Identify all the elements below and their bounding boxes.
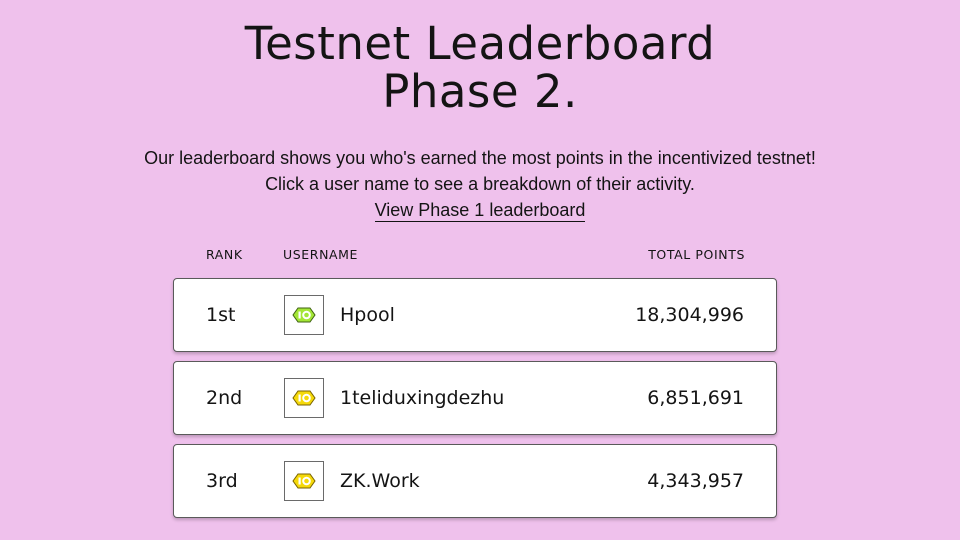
rank-cell: 2nd [206,387,243,409]
rank-cell: 3rd [206,470,238,492]
page-title: Testnet Leaderboard Phase 2. [0,20,960,116]
logo-badge-icon [292,307,316,323]
total-points-cell: 18,304,996 [635,304,744,326]
total-points-cell: 4,343,957 [647,470,744,492]
leaderboard-row[interactable]: 1st Hpool 18,304,996 [173,278,777,352]
intro-text: Our leaderboard shows you who's earned t… [144,148,816,194]
leaderboard-row[interactable]: 2nd 1teliduxingdezhu 6,851,691 [173,361,777,435]
intro-block: Our leaderboard shows you who's earned t… [130,145,830,223]
username-link[interactable]: 1teliduxingdezhu [340,386,504,410]
phase1-link-wrap: View Phase 1 leaderboard [130,197,830,223]
title-line-1: Testnet Leaderboard [244,17,716,70]
phase1-leaderboard-link[interactable]: View Phase 1 leaderboard [374,200,586,222]
logo-badge-icon [292,473,316,489]
username-link[interactable]: ZK.Work [340,469,420,493]
leaderboard-row[interactable]: 3rd ZK.Work 4,343,957 [173,444,777,518]
title-line-2: Phase 2. [382,65,578,118]
username-link[interactable]: Hpool [340,303,395,327]
logo-badge-icon [292,390,316,406]
username-column-header: USERNAME [283,247,359,262]
avatar[interactable] [284,295,324,335]
rank-column-header: RANK [206,247,243,262]
rank-cell: 1st [206,304,236,326]
total-points-column-header: TOTAL POINTS [648,247,745,262]
leaderboard-page: Testnet Leaderboard Phase 2. Our leaderb… [0,0,960,540]
avatar[interactable] [284,461,324,501]
avatar[interactable] [284,378,324,418]
total-points-cell: 6,851,691 [647,387,744,409]
